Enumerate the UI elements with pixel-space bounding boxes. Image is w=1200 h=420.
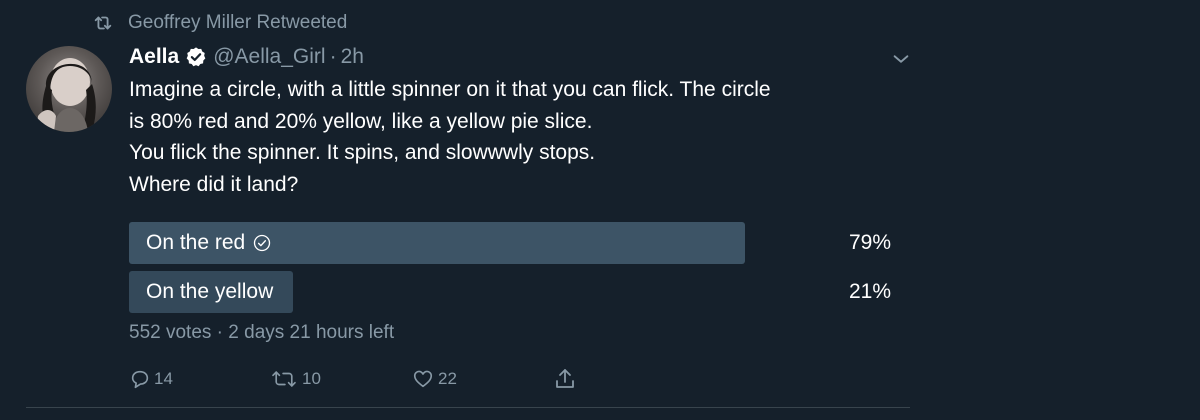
author-handle[interactable]: @Aella_Girl bbox=[213, 45, 325, 69]
tweet[interactable]: Geoffrey Miller Retweeted Aella @Aella_G… bbox=[0, 0, 1200, 420]
poll-percent: 21% bbox=[848, 280, 891, 303]
tweet-header: Aella @Aella_Girl · 2h bbox=[129, 42, 364, 72]
poll-meta: 552 votes · 2 days 21 hours left bbox=[129, 322, 395, 343]
retweet-context[interactable]: Geoffrey Miller Retweeted bbox=[92, 9, 347, 37]
retweet-icon bbox=[92, 12, 114, 34]
verified-badge-icon bbox=[185, 46, 207, 68]
heart-icon bbox=[411, 368, 435, 390]
poll-option-label: On the yellow bbox=[146, 280, 273, 304]
like-count: 22 bbox=[438, 369, 457, 388]
share-button[interactable] bbox=[553, 364, 577, 394]
tweet-text-line: Imagine a circle, with a little spinner … bbox=[129, 78, 771, 101]
tweet-text-line: You flick the spinner. It spins, and slo… bbox=[129, 141, 596, 164]
chevron-down-icon[interactable] bbox=[890, 48, 912, 70]
tweet-text-line: Where did it land? bbox=[129, 172, 299, 196]
tweet-text-line: is 80% red and 20% yellow, like a yellow… bbox=[129, 109, 593, 133]
poll-option-label-text: On the red bbox=[146, 231, 246, 254]
poll-percent: 79% bbox=[848, 231, 891, 254]
tweet-divider bbox=[26, 407, 910, 408]
retweet-count: 10 bbox=[302, 369, 321, 388]
retweet-button[interactable]: 10 bbox=[269, 364, 321, 394]
retweet-text: Geoffrey Miller Retweeted bbox=[128, 12, 348, 33]
poll-option-red[interactable]: On the red 79% bbox=[129, 222, 895, 264]
tweet-text: Imagine a circle, with a little spinner … bbox=[129, 74, 909, 200]
poll-option-label: On the red bbox=[146, 231, 271, 255]
avatar[interactable] bbox=[26, 46, 112, 132]
like-button[interactable]: 22 bbox=[411, 364, 457, 394]
tweet-timestamp[interactable]: 2h bbox=[341, 45, 364, 69]
share-icon bbox=[553, 367, 577, 391]
reply-count: 14 bbox=[154, 369, 173, 388]
header-separator: · bbox=[329, 45, 337, 68]
poll: On the red 79% On the yellow 21% bbox=[129, 222, 895, 320]
retweet-action-icon bbox=[269, 368, 299, 390]
reply-icon bbox=[129, 368, 151, 390]
reply-button[interactable]: 14 bbox=[129, 364, 173, 394]
poll-option-yellow[interactable]: On the yellow 21% bbox=[129, 271, 895, 313]
author-name[interactable]: Aella bbox=[129, 45, 179, 69]
check-circle-icon bbox=[253, 234, 271, 252]
poll-option-label-text: On the yellow bbox=[146, 280, 274, 303]
